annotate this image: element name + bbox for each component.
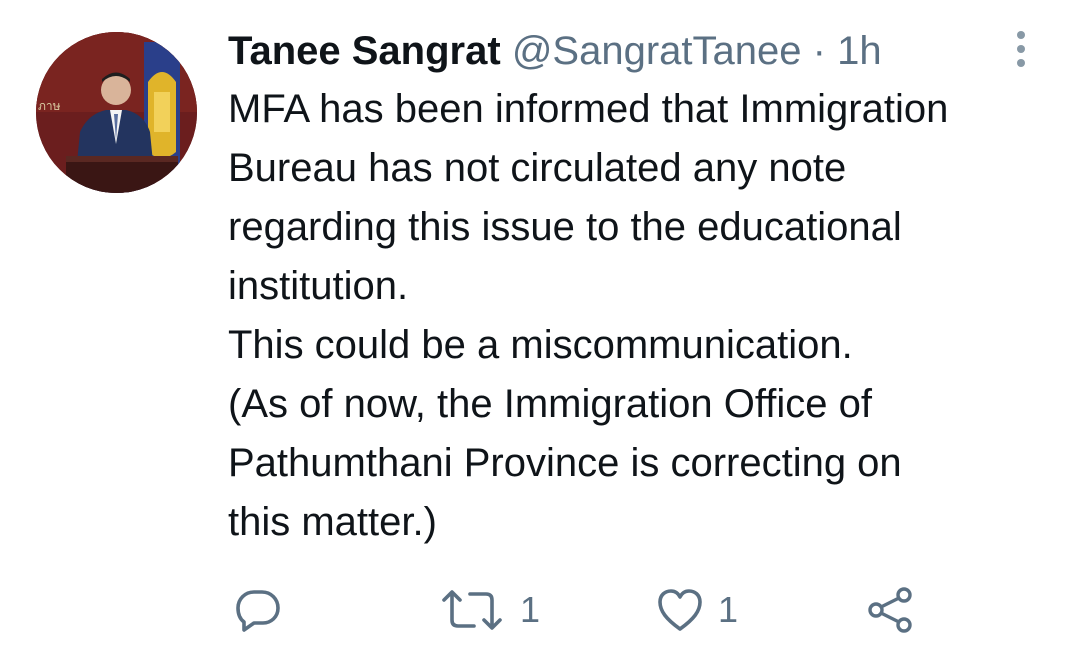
tweet-text-line: regarding this issue to the educational (228, 205, 902, 249)
avatar-sign-text: ภาษ (38, 99, 61, 113)
separator: · (812, 29, 826, 73)
tweet-text-line: MFA has been informed that Immigration (228, 87, 949, 131)
tweet-text: MFA has been informed that Immigration B… (228, 80, 1058, 552)
share-icon (866, 585, 916, 635)
handle[interactable]: @SangratTanee (512, 29, 802, 73)
more-dot-icon (1017, 31, 1025, 39)
tweet-text-line: institution. (228, 264, 409, 308)
tweet-text-line: This could be a miscommunication. (228, 323, 853, 367)
tweet-actions: 1 1 (0, 575, 1074, 645)
reply-button[interactable] (234, 575, 296, 645)
retweet-count: 1 (520, 589, 541, 630)
more-dot-icon (1017, 45, 1025, 53)
avatar-photo: ภาษ (36, 32, 197, 193)
like-count: 1 (718, 589, 739, 630)
retweet-icon (438, 586, 506, 634)
like-button[interactable]: 1 (656, 575, 738, 645)
retweet-button[interactable]: 1 (438, 575, 540, 645)
tweet-text-line: Bureau has not circulated any note (228, 146, 847, 190)
tweet-text-line: (As of now, the Immigration Office of (228, 382, 872, 426)
display-name[interactable]: Tanee Sangrat (228, 29, 501, 73)
tweet-text-line: Pathumthani Province is correcting on (228, 441, 902, 485)
tweet-text-line: this matter.) (228, 500, 437, 544)
reply-icon (234, 586, 282, 634)
tweet-header: Tanee Sangrat @SangratTanee · 1h (228, 26, 948, 76)
heart-icon (656, 586, 704, 634)
more-options-button[interactable] (1004, 26, 1038, 72)
share-button[interactable] (866, 575, 916, 645)
tweet[interactable]: ภาษ Tanee Sangrat @SangratTanee · 1h MFA… (0, 0, 1074, 660)
avatar[interactable]: ภาษ (36, 32, 197, 193)
more-dot-icon (1017, 59, 1025, 67)
timestamp[interactable]: 1h (837, 29, 882, 73)
